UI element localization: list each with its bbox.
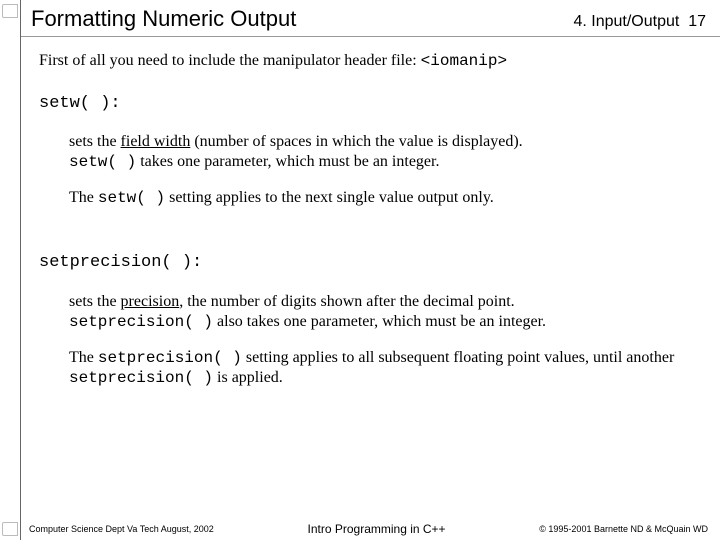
footer-left: Computer Science Dept Va Tech August, 20… (29, 524, 214, 534)
footer-center: Intro Programming in C++ (308, 522, 446, 536)
intro-line: First of all you need to include the man… (39, 51, 692, 71)
setw-line3: The setw( ) setting applies to the next … (69, 188, 692, 208)
field-width-term: field width (121, 133, 191, 150)
slide-title: Formatting Numeric Output (31, 6, 296, 32)
setw-line1: sets the field width (number of spaces i… (69, 132, 692, 152)
slide-body: First of all you need to include the man… (21, 37, 720, 388)
setw-line2: setw( ) takes one parameter, which must … (69, 152, 692, 172)
setprecision-line3: The setprecision( ) setting applies to a… (69, 348, 692, 388)
page-number: 17 (688, 13, 706, 30)
setprecision-heading: setprecision( ): (39, 252, 692, 273)
slide: Formatting Numeric Output 4. Input/Outpu… (20, 0, 720, 540)
slide-chapter-page: 4. Input/Output 17 (573, 13, 706, 31)
setprecision-line2: setprecision( ) also takes one parameter… (69, 312, 692, 332)
footer-right: © 1995-2001 Barnette ND & McQuain WD (539, 524, 708, 534)
intro-text: First of all you need to include the man… (39, 52, 421, 69)
intro-code: <iomanip> (421, 52, 507, 70)
setw-heading: setw( ): (39, 93, 692, 114)
setprecision-line1: sets the precision, the number of digits… (69, 292, 692, 312)
precision-term: precision (121, 293, 180, 310)
setprecision-block: sets the precision, the number of digits… (39, 292, 692, 388)
slide-footer: Computer Science Dept Va Tech August, 20… (21, 522, 720, 536)
setw-block: sets the field width (number of spaces i… (39, 132, 692, 208)
slide-header: Formatting Numeric Output 4. Input/Outpu… (21, 0, 720, 37)
chapter-label: 4. Input/Output (573, 13, 679, 30)
